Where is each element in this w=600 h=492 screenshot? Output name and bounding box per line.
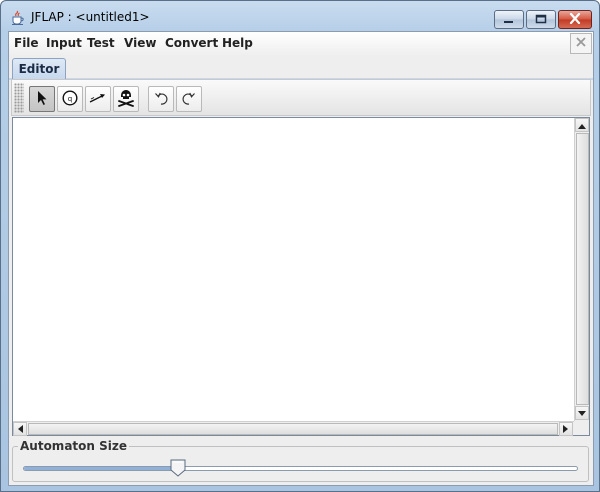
tab-editor[interactable]: Editor <box>12 58 66 79</box>
minimize-icon <box>503 13 515 27</box>
client-area: File Input Test View Convert Help Editor <box>8 31 594 486</box>
attribute-editor-tool-button[interactable] <box>29 86 55 112</box>
menu-input[interactable]: Input <box>46 36 82 50</box>
scroll-corner <box>574 421 589 435</box>
menu-help[interactable]: Help <box>222 36 253 50</box>
slider-fill <box>24 467 179 470</box>
arrow-down-icon <box>578 406 586 420</box>
close-icon <box>569 12 581 27</box>
menu-convert[interactable]: Convert <box>165 36 218 50</box>
vertical-scrollbar[interactable] <box>574 118 589 421</box>
automaton-canvas[interactable] <box>13 118 574 421</box>
close-icon <box>575 36 587 51</box>
automaton-size-label: Automaton Size <box>18 439 129 453</box>
minimize-button[interactable] <box>494 10 524 29</box>
menu-bar: File Input Test View Convert Help <box>9 32 593 56</box>
menu-view[interactable]: View <box>124 36 156 50</box>
transition-creator-icon <box>88 90 108 109</box>
scroll-left-button[interactable] <box>13 422 27 436</box>
maximize-icon <box>535 13 547 27</box>
horizontal-scrollbar[interactable] <box>13 421 574 436</box>
scroll-down-button[interactable] <box>575 406 589 420</box>
redo-button[interactable] <box>176 86 202 112</box>
automaton-size-panel: Automaton Size <box>12 439 589 482</box>
arrow-left-icon <box>17 422 23 436</box>
transition-creator-tool-button[interactable] <box>85 86 111 112</box>
arrow-up-icon <box>578 118 586 132</box>
vertical-scroll-thumb[interactable] <box>576 133 589 405</box>
arrow-right-icon <box>563 422 569 436</box>
tab-label: Editor <box>18 62 60 76</box>
automaton-size-slider[interactable] <box>23 466 578 471</box>
scroll-right-button[interactable] <box>559 422 573 436</box>
deleter-skull-icon <box>116 88 136 111</box>
menu-test[interactable]: Test <box>87 36 115 50</box>
close-tab-button[interactable] <box>570 33 592 54</box>
undo-button[interactable] <box>148 86 174 112</box>
close-button[interactable] <box>558 10 592 29</box>
horizontal-scroll-thumb[interactable] <box>28 423 558 435</box>
app-window: JFLAP : <untitled1> File Input Test View… <box>0 0 600 492</box>
svg-text:q: q <box>68 95 72 103</box>
deleter-tool-button[interactable] <box>113 86 139 112</box>
toolbar-grip[interactable] <box>14 83 24 113</box>
slider-thumb[interactable] <box>170 459 186 477</box>
pointer-arrow-icon <box>34 90 50 109</box>
maximize-button[interactable] <box>526 10 556 29</box>
automaton-canvas-scrollpane <box>12 117 590 436</box>
scroll-up-button[interactable] <box>575 118 589 132</box>
redo-icon <box>181 90 197 109</box>
menu-file[interactable]: File <box>14 36 39 50</box>
window-title: JFLAP : <untitled1> <box>31 10 150 24</box>
java-cup-icon <box>10 10 26 26</box>
editor-toolbar: q <box>11 79 591 116</box>
title-bar[interactable]: JFLAP : <untitled1> <box>1 1 599 31</box>
state-creator-tool-button[interactable]: q <box>57 86 83 112</box>
state-creator-icon: q <box>61 89 79 110</box>
undo-icon <box>153 90 169 109</box>
